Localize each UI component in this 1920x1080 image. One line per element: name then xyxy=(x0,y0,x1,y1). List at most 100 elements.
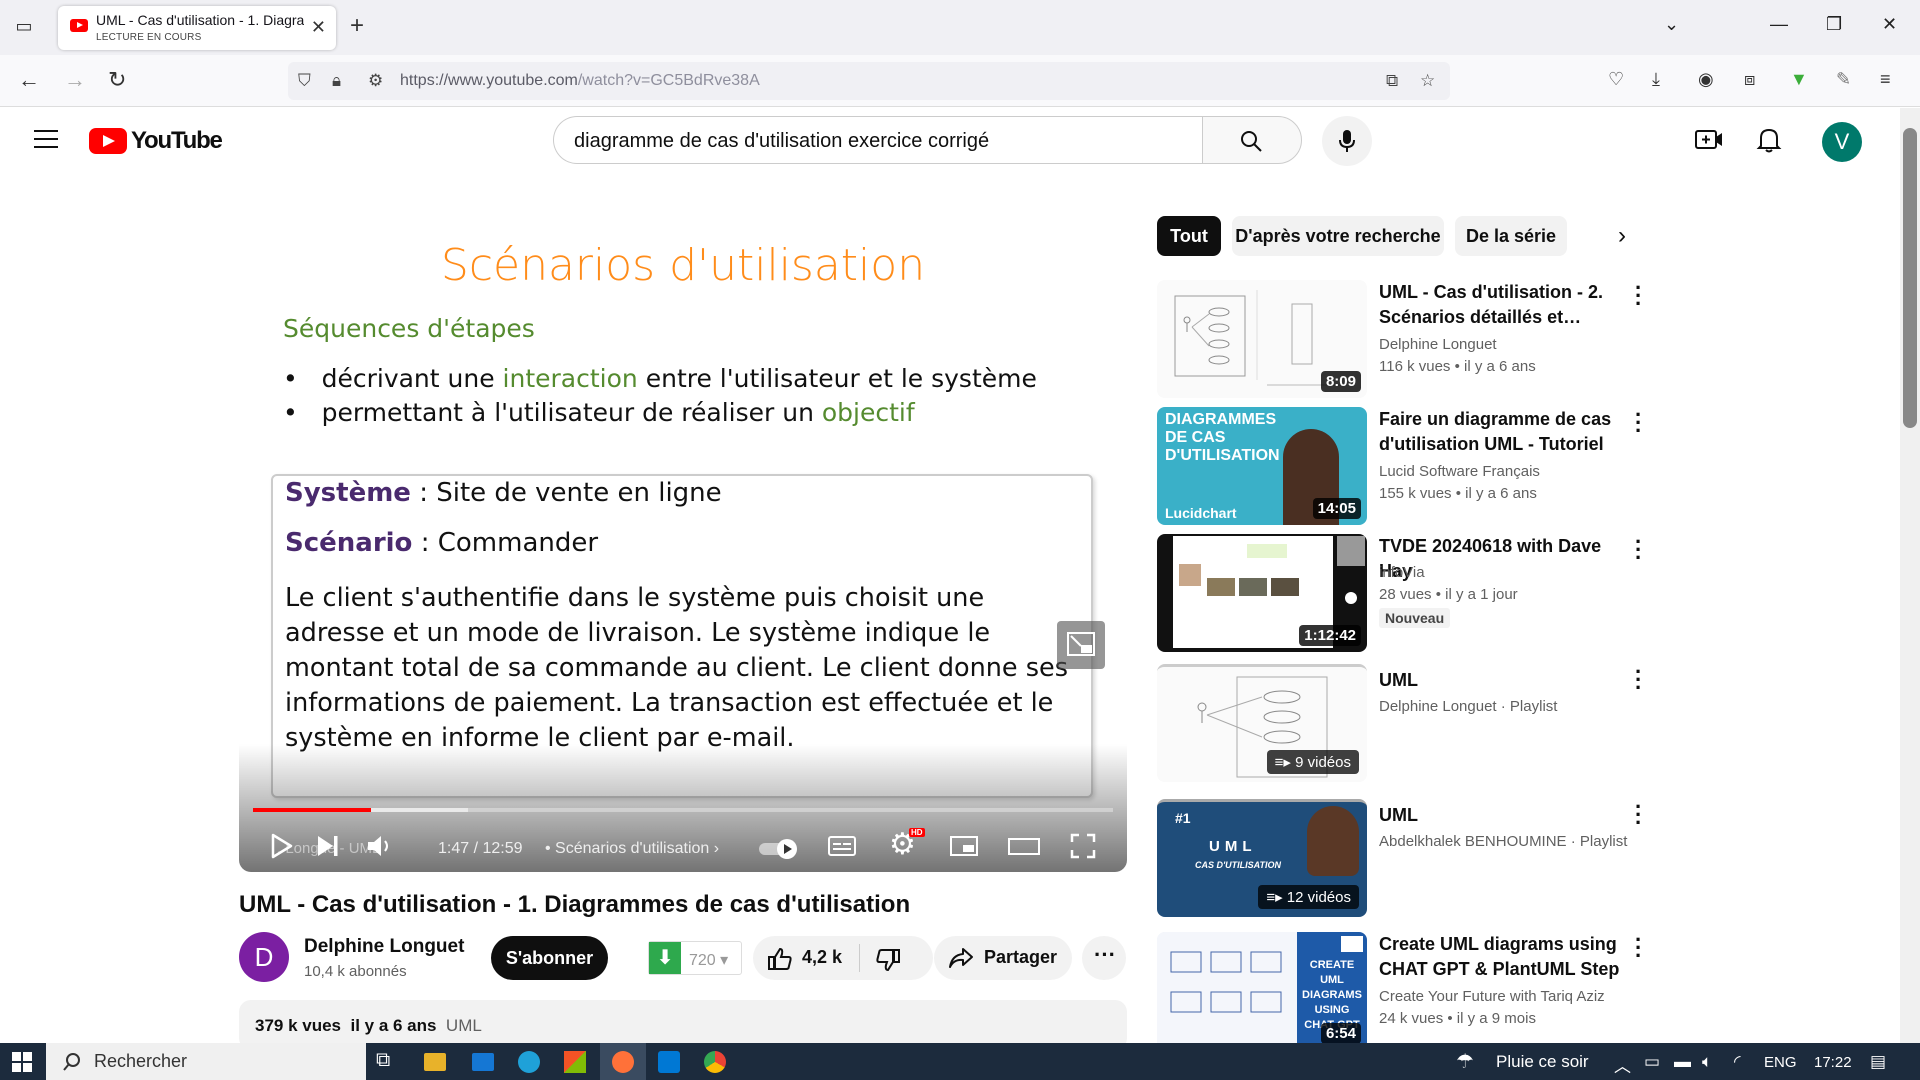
channel-name[interactable]: Delphine Longuet · Playlist xyxy=(1379,698,1557,715)
download-helper-icon[interactable]: ▼ xyxy=(1790,69,1808,90)
tab-list-icon[interactable]: ▭ xyxy=(12,16,36,40)
permissions-icon[interactable]: ⚙︎ xyxy=(368,71,383,91)
shield-icon[interactable]: ⛉ xyxy=(298,71,311,91)
tray-chevron-icon[interactable]: ︿ xyxy=(1614,1052,1631,1077)
youtube-wordmark[interactable]: YouTube xyxy=(131,127,223,155)
download-extension-button[interactable]: ⬇ 720 ▾ xyxy=(648,941,742,975)
channel-name[interactable]: Lucid Software Français xyxy=(1379,463,1540,480)
download-icon[interactable]: ⤓ xyxy=(1652,69,1660,90)
more-options-icon[interactable]: · · · xyxy=(1635,531,1642,569)
playlist-thumbnail[interactable]: #1 UML CAS D'UTILISATION ≡▸ 12 vidéos xyxy=(1157,799,1367,917)
recommendation-item[interactable]: ≡▸ 9 vidéos UML Delphine Longuet · Playl… xyxy=(1157,661,1647,782)
recommendation-item[interactable]: 1:12:42 TVDE 20240618 with Dave Hay info… xyxy=(1157,531,1647,652)
vscode-icon[interactable] xyxy=(658,1051,680,1073)
video-thumbnail[interactable]: 8:09 xyxy=(1157,280,1367,398)
video-thumbnail[interactable]: CREATE UML DIAGRAMS USING CHAT GPT 6:54 xyxy=(1157,932,1367,1043)
url-bar[interactable]: ⛉ 🔒︎ ⚙︎ https://www.youtube.com/watch?v=… xyxy=(288,62,1450,100)
clock[interactable]: 17:22 xyxy=(1814,1054,1852,1071)
playlist-thumbnail[interactable]: ≡▸ 9 vidéos xyxy=(1157,664,1367,782)
extensions-icon[interactable]: ⧈ xyxy=(1744,69,1755,90)
notification-center-icon[interactable]: ▤ xyxy=(1870,1052,1886,1072)
voice-search-button[interactable] xyxy=(1322,116,1372,166)
create-video-icon[interactable] xyxy=(1694,126,1724,154)
dislike-thumb-icon[interactable] xyxy=(875,947,901,973)
taskbar-search[interactable]: Rechercher xyxy=(46,1043,366,1080)
autoplay-toggle[interactable] xyxy=(757,838,803,860)
channel-avatar[interactable]: D xyxy=(239,932,289,982)
recommendation-item[interactable]: 8:09 UML - Cas d'utilisation - 2. Scénar… xyxy=(1157,277,1647,398)
theater-mode-icon[interactable] xyxy=(1007,832,1041,860)
tab-overflow-icon[interactable]: ⌄ xyxy=(1664,14,1679,35)
tab-close-icon[interactable]: ✕ xyxy=(311,17,326,38)
subtitles-icon[interactable] xyxy=(827,832,857,860)
chip-series[interactable]: De la série xyxy=(1455,216,1567,256)
chrome-icon[interactable] xyxy=(704,1051,726,1073)
store-icon[interactable] xyxy=(564,1051,586,1073)
more-options-icon[interactable]: · · · xyxy=(1635,404,1642,442)
video-thumbnail[interactable]: 1:12:42 xyxy=(1157,534,1367,652)
channel-name[interactable]: Delphine Longuet xyxy=(304,936,464,958)
mail-icon[interactable] xyxy=(472,1053,494,1071)
taskbar-search-placeholder[interactable]: Rechercher xyxy=(94,1051,187,1072)
speaker-icon[interactable]: 🔈︎ xyxy=(1702,1052,1712,1072)
share-button[interactable]: Partager xyxy=(934,936,1072,980)
edge-browser-icon[interactable] xyxy=(518,1051,540,1073)
weather-icon[interactable]: ☂ xyxy=(1456,1049,1474,1074)
exit-miniplayer-button[interactable] xyxy=(1057,621,1105,669)
hashtag-link[interactable]: UML xyxy=(446,1016,482,1035)
video-title[interactable]: Faire un diagramme de cas d'utilisation … xyxy=(1379,407,1629,457)
volume-icon[interactable] xyxy=(365,832,395,860)
playlist-title[interactable]: UML xyxy=(1379,803,1629,828)
video-player[interactable]: Scénarios d'utilisation Séquences d'étap… xyxy=(239,214,1127,872)
youtube-logo-icon[interactable] xyxy=(89,128,127,154)
channel-name[interactable]: Create Your Future with Tariq Aziz xyxy=(1379,988,1605,1005)
menu-icon[interactable]: ≡ xyxy=(1880,69,1891,90)
windows-start-icon[interactable] xyxy=(12,1052,32,1072)
url-text[interactable]: https://www.youtube.com/watch?v=GC5BdRve… xyxy=(400,72,760,90)
search-query[interactable]: diagramme de cas d'utilisation exercice … xyxy=(574,130,989,153)
new-tab-button[interactable]: + xyxy=(350,12,364,40)
miniplayer-icon[interactable] xyxy=(949,832,979,860)
account-icon[interactable]: ◉ xyxy=(1698,69,1714,90)
more-options-icon[interactable]: · · · xyxy=(1635,661,1642,699)
bookmark-star-icon[interactable]: ☆ xyxy=(1420,71,1435,91)
chip-all[interactable]: Tout xyxy=(1157,216,1221,256)
more-options-icon[interactable]: · · · xyxy=(1635,277,1642,315)
recommendation-item[interactable]: #1 UML CAS D'UTILISATION ≡▸ 12 vidéos UM… xyxy=(1157,796,1647,917)
video-title[interactable]: Create UML diagrams using CHAT GPT & Pla… xyxy=(1379,932,1629,982)
scrollbar-thumb[interactable] xyxy=(1903,128,1917,428)
video-thumbnail[interactable]: DIAGRAMMES DE CAS D'UTILISATION Lucidcha… xyxy=(1157,407,1367,525)
channel-name[interactable]: Abdelkhalek BENHOUMINE · Playlist xyxy=(1379,833,1627,850)
subscribe-button[interactable]: S'abonner xyxy=(491,936,608,980)
wifi-icon[interactable]: ◜ xyxy=(1734,1052,1741,1072)
next-video-icon[interactable] xyxy=(315,832,341,860)
extension-icon[interactable]: ✎ xyxy=(1836,69,1851,90)
pocket-icon[interactable]: ♡ xyxy=(1608,69,1624,90)
channel-name[interactable]: Delphine Longuet xyxy=(1379,336,1497,353)
play-icon[interactable] xyxy=(269,832,295,860)
chip-from-search[interactable]: D'après votre recherche xyxy=(1232,216,1444,256)
forward-arrow-icon[interactable]: → xyxy=(64,67,86,93)
language-indicator[interactable]: ENG xyxy=(1764,1054,1797,1071)
hamburger-menu-icon[interactable] xyxy=(34,130,58,148)
recommendation-item[interactable]: CREATE UML DIAGRAMS USING CHAT GPT 6:54 … xyxy=(1157,932,1647,1043)
restore-button[interactable]: ❐ xyxy=(1826,14,1842,35)
chapter-title[interactable]: • Scénarios d'utilisation › xyxy=(545,840,719,858)
like-count[interactable]: 4,2 k xyxy=(802,947,842,968)
notifications-bell-icon[interactable] xyxy=(1756,126,1782,154)
lock-icon[interactable]: 🔒︎ xyxy=(332,71,341,91)
recommendation-item[interactable]: DIAGRAMMES DE CAS D'UTILISATION Lucidcha… xyxy=(1157,404,1647,525)
user-avatar[interactable]: V xyxy=(1822,122,1862,162)
page-scrollbar[interactable] xyxy=(1900,108,1920,1043)
weather-text[interactable]: Pluie ce soir xyxy=(1496,1052,1589,1072)
task-view-icon[interactable]: ⧉ xyxy=(376,1049,402,1075)
battery-icon[interactable]: ▬ xyxy=(1674,1052,1691,1072)
network-device-icon[interactable]: ▭ xyxy=(1644,1052,1660,1072)
translate-icon[interactable]: ⧉ xyxy=(1386,71,1398,91)
more-actions-button[interactable]: ··· xyxy=(1082,936,1126,980)
video-title[interactable]: UML - Cas d'utilisation - 2. Scénarios d… xyxy=(1379,280,1629,330)
minimize-button[interactable]: — xyxy=(1770,14,1788,35)
playlist-title[interactable]: UML xyxy=(1379,668,1629,693)
back-arrow-icon[interactable]: ← xyxy=(18,67,40,93)
firefox-icon[interactable] xyxy=(612,1051,634,1073)
